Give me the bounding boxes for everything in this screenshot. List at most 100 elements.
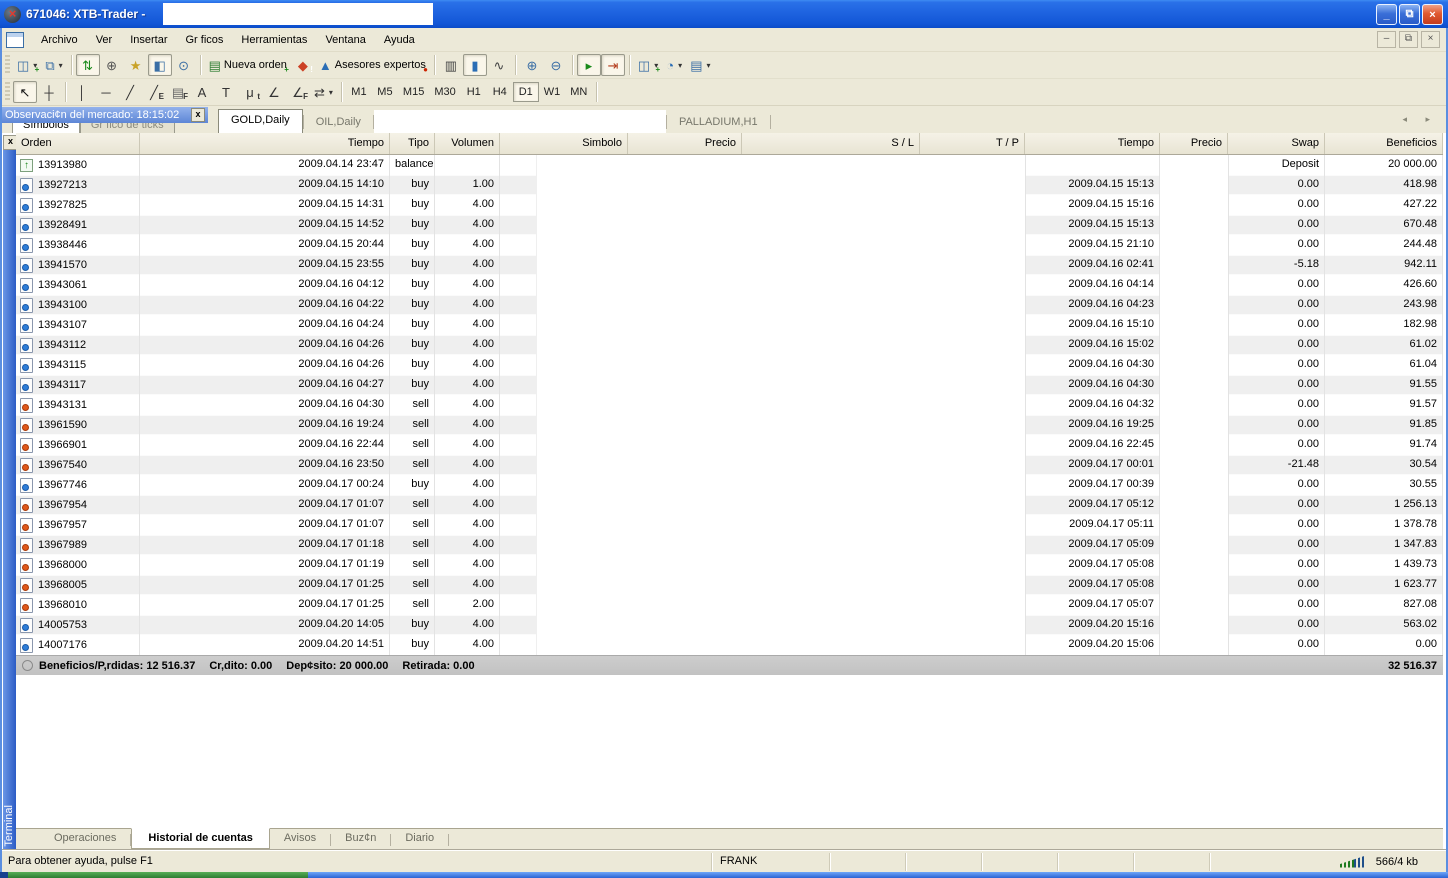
table-row[interactable]: 139278252009.04.15 14:31buy4.002009.04.1…: [16, 195, 1443, 215]
fibonacci-arcs-button[interactable]: ∠F: [286, 81, 310, 103]
column-header-beneficios[interactable]: Beneficios: [1325, 133, 1443, 154]
market-watch-tab-símbolos[interactable]: Símbolos: [12, 123, 80, 133]
table-row[interactable]: 139431172009.04.16 04:27buy4.002009.04.1…: [16, 375, 1443, 395]
menu-ventana[interactable]: Ventana: [316, 31, 374, 49]
table-row[interactable]: 139675402009.04.16 23:50sell4.002009.04.…: [16, 455, 1443, 475]
cursor-button[interactable]: ↖: [13, 81, 37, 103]
menu-ayuda[interactable]: Ayuda: [375, 31, 424, 49]
candlestick-chart-button[interactable]: ▮: [463, 54, 487, 76]
periods-button[interactable]: ◔▾: [662, 54, 686, 76]
timeframe-w1[interactable]: W1: [539, 82, 566, 102]
price-label-button[interactable]: μt: [238, 81, 262, 103]
table-row[interactable]: 139679542009.04.17 01:07sell4.002009.04.…: [16, 495, 1443, 515]
bar-chart-button[interactable]: ▥: [439, 54, 463, 76]
chart-tab-oil-daily[interactable]: OIL,Daily: [304, 112, 373, 133]
terminal-tab-diario[interactable]: Diario: [391, 829, 448, 847]
table-row[interactable]: 139430612009.04.16 04:12buy4.002009.04.1…: [16, 275, 1443, 295]
table-row[interactable]: 139431312009.04.16 04:30sell4.002009.04.…: [16, 395, 1443, 415]
column-header-tiempo[interactable]: Tiempo: [1025, 133, 1160, 154]
menu-archivo[interactable]: Archivo: [32, 31, 87, 49]
expert-advisor-status-button[interactable]: ◆!: [291, 54, 315, 76]
timeframe-d1[interactable]: D1: [513, 82, 539, 102]
column-header-tp[interactable]: T / P: [920, 133, 1025, 154]
table-row[interactable]: 139415702009.04.15 23:55buy4.002009.04.1…: [16, 255, 1443, 275]
terminal-tab-operaciones[interactable]: Operaciones: [40, 829, 130, 847]
table-row[interactable]: 139680102009.04.17 01:25sell2.002009.04.…: [16, 595, 1443, 615]
timeframe-m1[interactable]: M1: [346, 82, 372, 102]
table-row[interactable]: 140071762009.04.20 14:51buy4.002009.04.2…: [16, 635, 1443, 655]
menu-insertar[interactable]: Insertar: [121, 31, 176, 49]
profiles-button[interactable]: ⧉▾: [41, 54, 66, 76]
column-header-precio[interactable]: Precio: [1160, 133, 1228, 154]
table-row[interactable]: 139384462009.04.15 20:44buy4.002009.04.1…: [16, 235, 1443, 255]
symbols-button[interactable]: ★: [124, 54, 148, 76]
vertical-line-button[interactable]: │: [70, 81, 94, 103]
market-watch-close-icon[interactable]: x: [191, 108, 205, 122]
terminal-tab-avisos[interactable]: Avisos: [270, 829, 330, 847]
column-header-simbolo[interactable]: Simbolo: [500, 133, 628, 154]
table-row[interactable]: 139677462009.04.17 00:24buy4.002009.04.1…: [16, 475, 1443, 495]
fibonacci-retracement-button[interactable]: ▤F: [166, 81, 190, 103]
tab-scroll-arrows[interactable]: ◂ ▸: [1402, 114, 1438, 125]
horizontal-line-button[interactable]: ─: [94, 81, 118, 103]
terminal-tab-buz¢n[interactable]: Buz¢n: [331, 829, 390, 847]
table-row[interactable]: 139284912009.04.15 14:52buy4.002009.04.1…: [16, 215, 1443, 235]
child-close-button[interactable]: ×: [1421, 31, 1440, 48]
trendline-button[interactable]: ╱: [118, 81, 142, 103]
market-watch-button[interactable]: ◧: [148, 54, 172, 76]
arrows-button[interactable]: ⇄▾: [310, 81, 337, 103]
child-restore-button[interactable]: ⧉: [1399, 31, 1418, 48]
close-button[interactable]: ×: [1422, 4, 1443, 25]
table-header[interactable]: Orden△TiempoTipoVolumenSimboloPrecioS / …: [16, 133, 1443, 155]
table-row[interactable]: 139615902009.04.16 19:24sell4.002009.04.…: [16, 415, 1443, 435]
timeframe-m15[interactable]: M15: [398, 82, 429, 102]
new-order-button[interactable]: ▤+Nueva orden: [205, 54, 291, 76]
zoom-out-button[interactable]: ⊖: [544, 54, 568, 76]
column-header-tipo[interactable]: Tipo: [390, 133, 435, 154]
auto-scroll-button[interactable]: ▸: [577, 54, 601, 76]
table-row[interactable]: 139431072009.04.16 04:24buy4.002009.04.1…: [16, 315, 1443, 335]
chart-tab-palladium-h1[interactable]: PALLADIUM,H1: [667, 112, 770, 133]
market-watch-tab-gr-fico-de-ticks[interactable]: Gr fico de ticks: [80, 123, 175, 133]
table-row[interactable]: 139680052009.04.17 01:25sell4.002009.04.…: [16, 575, 1443, 595]
child-minimize-button[interactable]: –: [1377, 31, 1396, 48]
menu-herramientas[interactable]: Herramientas: [232, 31, 316, 49]
timeframe-h4[interactable]: H4: [487, 82, 513, 102]
equidistant-channel-button[interactable]: ╱E: [142, 81, 166, 103]
data-window-button[interactable]: ⊙: [172, 54, 196, 76]
column-header-sl[interactable]: S / L: [742, 133, 920, 154]
restore-button[interactable]: ⧉: [1399, 4, 1420, 25]
timeframe-m30[interactable]: M30: [429, 82, 460, 102]
terminal-tab-historial-de-cuentas[interactable]: Historial de cuentas: [131, 828, 270, 849]
crosshair-button[interactable]: ┼: [37, 81, 61, 103]
market-watch-titlebar[interactable]: Observaci¢n del mercado: 18:15:02 x: [2, 107, 208, 123]
toolbar-grip[interactable]: [5, 82, 10, 102]
templates-button[interactable]: ▤▾: [686, 54, 714, 76]
timeframe-h1[interactable]: H1: [461, 82, 487, 102]
column-header-tiempo[interactable]: Tiempo: [140, 133, 390, 154]
chart-shift-button[interactable]: ⇥: [601, 54, 625, 76]
toolbar-grip[interactable]: [5, 55, 10, 75]
table-row[interactable]: 139431152009.04.16 04:26buy4.002009.04.1…: [16, 355, 1443, 375]
table-row[interactable]: 139431002009.04.16 04:22buy4.002009.04.1…: [16, 295, 1443, 315]
menu-gr-ficos[interactable]: Gr ficos: [177, 31, 233, 49]
indicators-button[interactable]: ◫+▾: [634, 54, 662, 76]
column-header-orden[interactable]: Orden△: [16, 133, 140, 154]
menu-ver[interactable]: Ver: [87, 31, 122, 49]
table-row[interactable]: 140057532009.04.20 14:05buy4.002009.04.2…: [16, 615, 1443, 635]
column-header-precio[interactable]: Precio: [628, 133, 742, 154]
table-row[interactable]: ↑139139802009.04.14 23:47balanceDeposit2…: [16, 155, 1443, 175]
text-button[interactable]: A: [190, 81, 214, 103]
zoom-in-button[interactable]: ⊕: [520, 54, 544, 76]
table-row[interactable]: 139272132009.04.15 14:10buy1.002009.04.1…: [16, 175, 1443, 195]
crosshair-target-button[interactable]: ⊕: [100, 54, 124, 76]
timeframe-mn[interactable]: MN: [565, 82, 592, 102]
terminal-side-caption[interactable]: Terminal: [3, 150, 16, 850]
tick-chart-button[interactable]: ⇅: [76, 54, 100, 76]
table-row[interactable]: 139669012009.04.16 22:44sell4.002009.04.…: [16, 435, 1443, 455]
column-header-volumen[interactable]: Volumen: [435, 133, 500, 154]
expert-advisors-button[interactable]: ▲●Asesores expertos: [315, 54, 430, 76]
fibonacci-fan-button[interactable]: ∠: [262, 81, 286, 103]
text-label-button[interactable]: T: [214, 81, 238, 103]
table-row[interactable]: 139679892009.04.17 01:18sell4.002009.04.…: [16, 535, 1443, 555]
